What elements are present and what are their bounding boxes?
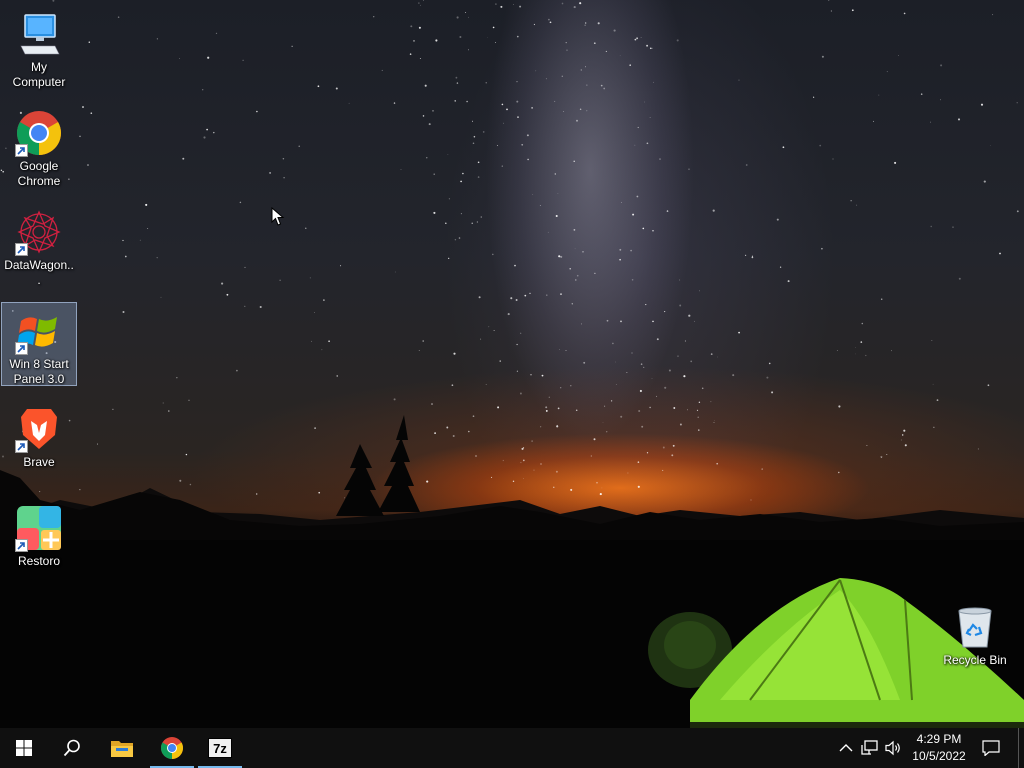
shortcut-arrow-icon (15, 440, 28, 453)
recycle-bin-icon (951, 603, 999, 651)
mountain-landscape (0, 415, 1024, 728)
desktop-icon-label: Recycle Bin (943, 653, 1007, 667)
desktop-icon-win8-start-panel[interactable]: Win 8 Start Panel 3.0 (1, 302, 77, 386)
desktop-icon-label: Win 8 Start Panel 3.0 (9, 357, 69, 386)
shortcut-arrow-icon (15, 342, 28, 355)
taskbar: 7z 4:29 PM 10/5/2022 (0, 728, 1024, 768)
desktop-wallpaper[interactable]: My Computer Google Chrome DataWagon... W… (0, 0, 1024, 728)
volume-button[interactable] (882, 728, 906, 768)
desktop-icon-label: DataWagon... (4, 258, 74, 287)
desktop-icon-label: Restoro (17, 554, 61, 568)
7zip-label: 7z (213, 740, 227, 756)
desktop-icon-recycle-bin[interactable]: Recycle Bin (937, 599, 1013, 668)
desktop-icon-brave[interactable]: Brave (1, 401, 77, 470)
chrome-icon (15, 109, 63, 157)
7zip-icon: 7z (208, 738, 232, 758)
desktop-icon-restoro[interactable]: Restoro (1, 500, 77, 569)
desktop-icon-google-chrome[interactable]: Google Chrome (1, 105, 77, 189)
action-center-button[interactable] (979, 728, 1003, 768)
file-explorer-icon (111, 741, 133, 757)
brave-lion-icon (15, 405, 63, 453)
desktop-icon-label: My Computer (12, 60, 66, 89)
shortcut-arrow-icon (15, 144, 28, 157)
clock-time: 4:29 PM (916, 732, 962, 746)
shortcut-arrow-icon (15, 539, 28, 552)
network-icon (861, 740, 878, 755)
show-hidden-icons-button[interactable] (834, 728, 858, 768)
chrome-icon (161, 737, 183, 759)
search-button[interactable] (48, 728, 96, 768)
start-button[interactable] (0, 728, 48, 768)
desktop-icon-datawagon[interactable]: DataWagon... (1, 204, 77, 288)
desktop-icon-label: Google Chrome (17, 159, 61, 188)
taskbar-7zip[interactable]: 7z (196, 728, 244, 768)
action-center-icon (982, 740, 1000, 756)
show-desktop-button[interactable] (1018, 728, 1024, 768)
shortcut-arrow-icon (15, 243, 28, 256)
windows-logo-icon (16, 740, 32, 756)
computer-icon (15, 10, 63, 58)
desktop-icon-my-computer[interactable]: My Computer (1, 6, 77, 90)
mouse-cursor-icon (271, 207, 285, 226)
desktop-icon-label: Brave (23, 455, 55, 469)
network-button[interactable] (858, 728, 882, 768)
clock[interactable]: 4:29 PM 10/5/2022 (906, 731, 972, 765)
restoro-icon (15, 504, 63, 552)
datawagon-icon (15, 208, 63, 256)
clock-date: 10/5/2022 (912, 749, 966, 763)
taskbar-chrome[interactable] (148, 728, 196, 768)
volume-icon (885, 740, 900, 756)
taskbar-file-explorer[interactable] (98, 728, 146, 768)
search-icon (63, 739, 80, 757)
chevron-up-icon (839, 744, 853, 752)
windows-flag-icon (15, 307, 63, 355)
